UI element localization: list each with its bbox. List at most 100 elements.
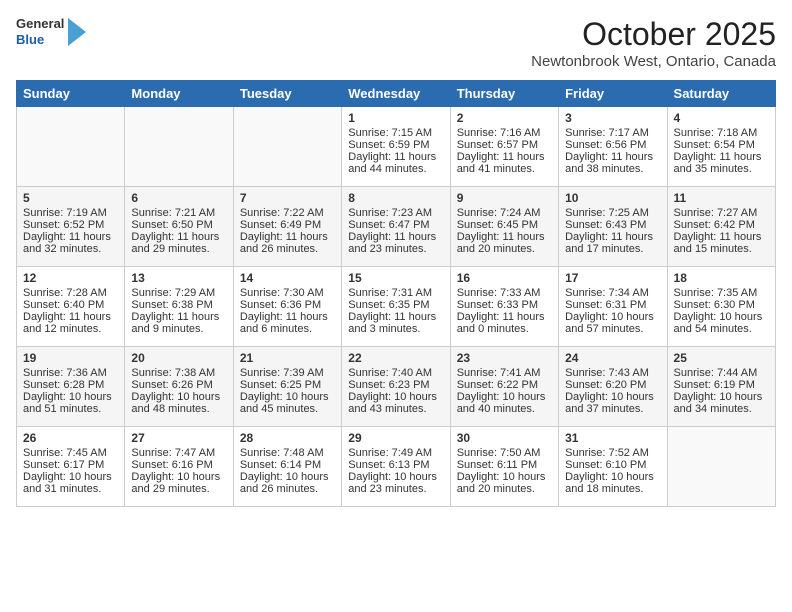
day-number: 31 <box>565 431 660 445</box>
day-header-tuesday: Tuesday <box>233 81 341 107</box>
day-info: Sunset: 6:30 PM <box>674 299 769 311</box>
day-info: and 3 minutes. <box>348 323 443 335</box>
day-info: Daylight: 11 hours <box>674 151 769 163</box>
day-number: 16 <box>457 271 552 285</box>
day-info: Daylight: 10 hours <box>348 471 443 483</box>
day-info: and 20 minutes. <box>457 483 552 495</box>
day-info: Sunset: 6:14 PM <box>240 459 335 471</box>
day-info: Daylight: 11 hours <box>348 231 443 243</box>
days-header-row: SundayMondayTuesdayWednesdayThursdayFrid… <box>17 81 776 107</box>
day-number: 20 <box>131 351 226 365</box>
calendar-cell: 16Sunrise: 7:33 AMSunset: 6:33 PMDayligh… <box>450 267 558 347</box>
location: Newtonbrook West, Ontario, Canada <box>531 53 776 70</box>
day-info: Daylight: 10 hours <box>23 471 118 483</box>
day-info: Sunset: 6:35 PM <box>348 299 443 311</box>
calendar-cell: 3Sunrise: 7:17 AMSunset: 6:56 PMDaylight… <box>559 107 667 187</box>
day-info: Sunrise: 7:52 AM <box>565 447 660 459</box>
calendar-cell: 13Sunrise: 7:29 AMSunset: 6:38 PMDayligh… <box>125 267 233 347</box>
day-info: Daylight: 11 hours <box>565 231 660 243</box>
day-info: Daylight: 10 hours <box>240 471 335 483</box>
calendar-cell: 12Sunrise: 7:28 AMSunset: 6:40 PMDayligh… <box>17 267 125 347</box>
logo-arrow-icon <box>68 18 86 46</box>
calendar-cell <box>17 107 125 187</box>
day-number: 17 <box>565 271 660 285</box>
page-header: General Blue October 2025 Newtonbrook We… <box>16 16 776 70</box>
week-row-4: 19Sunrise: 7:36 AMSunset: 6:28 PMDayligh… <box>17 347 776 427</box>
day-info: Sunrise: 7:19 AM <box>23 207 118 219</box>
calendar-cell: 15Sunrise: 7:31 AMSunset: 6:35 PMDayligh… <box>342 267 450 347</box>
day-info: Sunrise: 7:27 AM <box>674 207 769 219</box>
day-info: and 29 minutes. <box>131 243 226 255</box>
logo: General Blue <box>16 16 86 47</box>
day-number: 29 <box>348 431 443 445</box>
day-info: and 18 minutes. <box>565 483 660 495</box>
day-info: Sunset: 6:57 PM <box>457 139 552 151</box>
calendar-cell: 26Sunrise: 7:45 AMSunset: 6:17 PMDayligh… <box>17 427 125 507</box>
day-number: 11 <box>674 191 769 205</box>
month-title: October 2025 <box>531 16 776 53</box>
day-info: Daylight: 11 hours <box>348 311 443 323</box>
day-info: Daylight: 10 hours <box>457 391 552 403</box>
calendar-cell: 29Sunrise: 7:49 AMSunset: 6:13 PMDayligh… <box>342 427 450 507</box>
day-info: Daylight: 10 hours <box>348 391 443 403</box>
day-info: Daylight: 11 hours <box>565 151 660 163</box>
day-info: Daylight: 10 hours <box>131 471 226 483</box>
day-header-wednesday: Wednesday <box>342 81 450 107</box>
day-info: Daylight: 11 hours <box>457 311 552 323</box>
day-info: and 44 minutes. <box>348 163 443 175</box>
calendar-cell: 11Sunrise: 7:27 AMSunset: 6:42 PMDayligh… <box>667 187 775 267</box>
day-info: and 6 minutes. <box>240 323 335 335</box>
calendar-cell: 5Sunrise: 7:19 AMSunset: 6:52 PMDaylight… <box>17 187 125 267</box>
day-number: 10 <box>565 191 660 205</box>
day-info: Sunrise: 7:21 AM <box>131 207 226 219</box>
day-info: Sunrise: 7:44 AM <box>674 367 769 379</box>
day-info: and 26 minutes. <box>240 243 335 255</box>
day-number: 26 <box>23 431 118 445</box>
day-info: Daylight: 10 hours <box>674 311 769 323</box>
day-info: Sunset: 6:23 PM <box>348 379 443 391</box>
day-number: 9 <box>457 191 552 205</box>
day-info: Daylight: 10 hours <box>674 391 769 403</box>
day-info: and 57 minutes. <box>565 323 660 335</box>
day-header-saturday: Saturday <box>667 81 775 107</box>
calendar-cell: 2Sunrise: 7:16 AMSunset: 6:57 PMDaylight… <box>450 107 558 187</box>
day-info: Sunrise: 7:30 AM <box>240 287 335 299</box>
day-number: 19 <box>23 351 118 365</box>
day-number: 15 <box>348 271 443 285</box>
day-info: Sunset: 6:22 PM <box>457 379 552 391</box>
day-info: Sunset: 6:26 PM <box>131 379 226 391</box>
day-info: Sunset: 6:25 PM <box>240 379 335 391</box>
day-info: Daylight: 11 hours <box>348 151 443 163</box>
day-info: Sunrise: 7:48 AM <box>240 447 335 459</box>
day-number: 27 <box>131 431 226 445</box>
calendar-cell: 17Sunrise: 7:34 AMSunset: 6:31 PMDayligh… <box>559 267 667 347</box>
day-info: Daylight: 11 hours <box>23 311 118 323</box>
day-number: 24 <box>565 351 660 365</box>
calendar-cell: 23Sunrise: 7:41 AMSunset: 6:22 PMDayligh… <box>450 347 558 427</box>
day-info: and 34 minutes. <box>674 403 769 415</box>
day-info: Sunset: 6:33 PM <box>457 299 552 311</box>
day-info: and 40 minutes. <box>457 403 552 415</box>
day-info: Sunset: 6:38 PM <box>131 299 226 311</box>
day-info: and 12 minutes. <box>23 323 118 335</box>
calendar-cell: 27Sunrise: 7:47 AMSunset: 6:16 PMDayligh… <box>125 427 233 507</box>
day-info: Sunrise: 7:15 AM <box>348 127 443 139</box>
day-info: Sunset: 6:45 PM <box>457 219 552 231</box>
day-info: Daylight: 10 hours <box>131 391 226 403</box>
week-row-5: 26Sunrise: 7:45 AMSunset: 6:17 PMDayligh… <box>17 427 776 507</box>
calendar-cell <box>233 107 341 187</box>
day-number: 4 <box>674 111 769 125</box>
day-info: Sunrise: 7:18 AM <box>674 127 769 139</box>
day-info: Daylight: 10 hours <box>565 391 660 403</box>
logo-text: General Blue <box>16 16 64 47</box>
day-info: and 41 minutes. <box>457 163 552 175</box>
calendar-cell: 1Sunrise: 7:15 AMSunset: 6:59 PMDaylight… <box>342 107 450 187</box>
day-info: Daylight: 10 hours <box>240 391 335 403</box>
day-info: Sunset: 6:11 PM <box>457 459 552 471</box>
day-info: Daylight: 11 hours <box>457 151 552 163</box>
day-info: and 54 minutes. <box>674 323 769 335</box>
calendar-cell: 21Sunrise: 7:39 AMSunset: 6:25 PMDayligh… <box>233 347 341 427</box>
day-header-friday: Friday <box>559 81 667 107</box>
day-info: Sunrise: 7:49 AM <box>348 447 443 459</box>
day-info: Sunrise: 7:50 AM <box>457 447 552 459</box>
